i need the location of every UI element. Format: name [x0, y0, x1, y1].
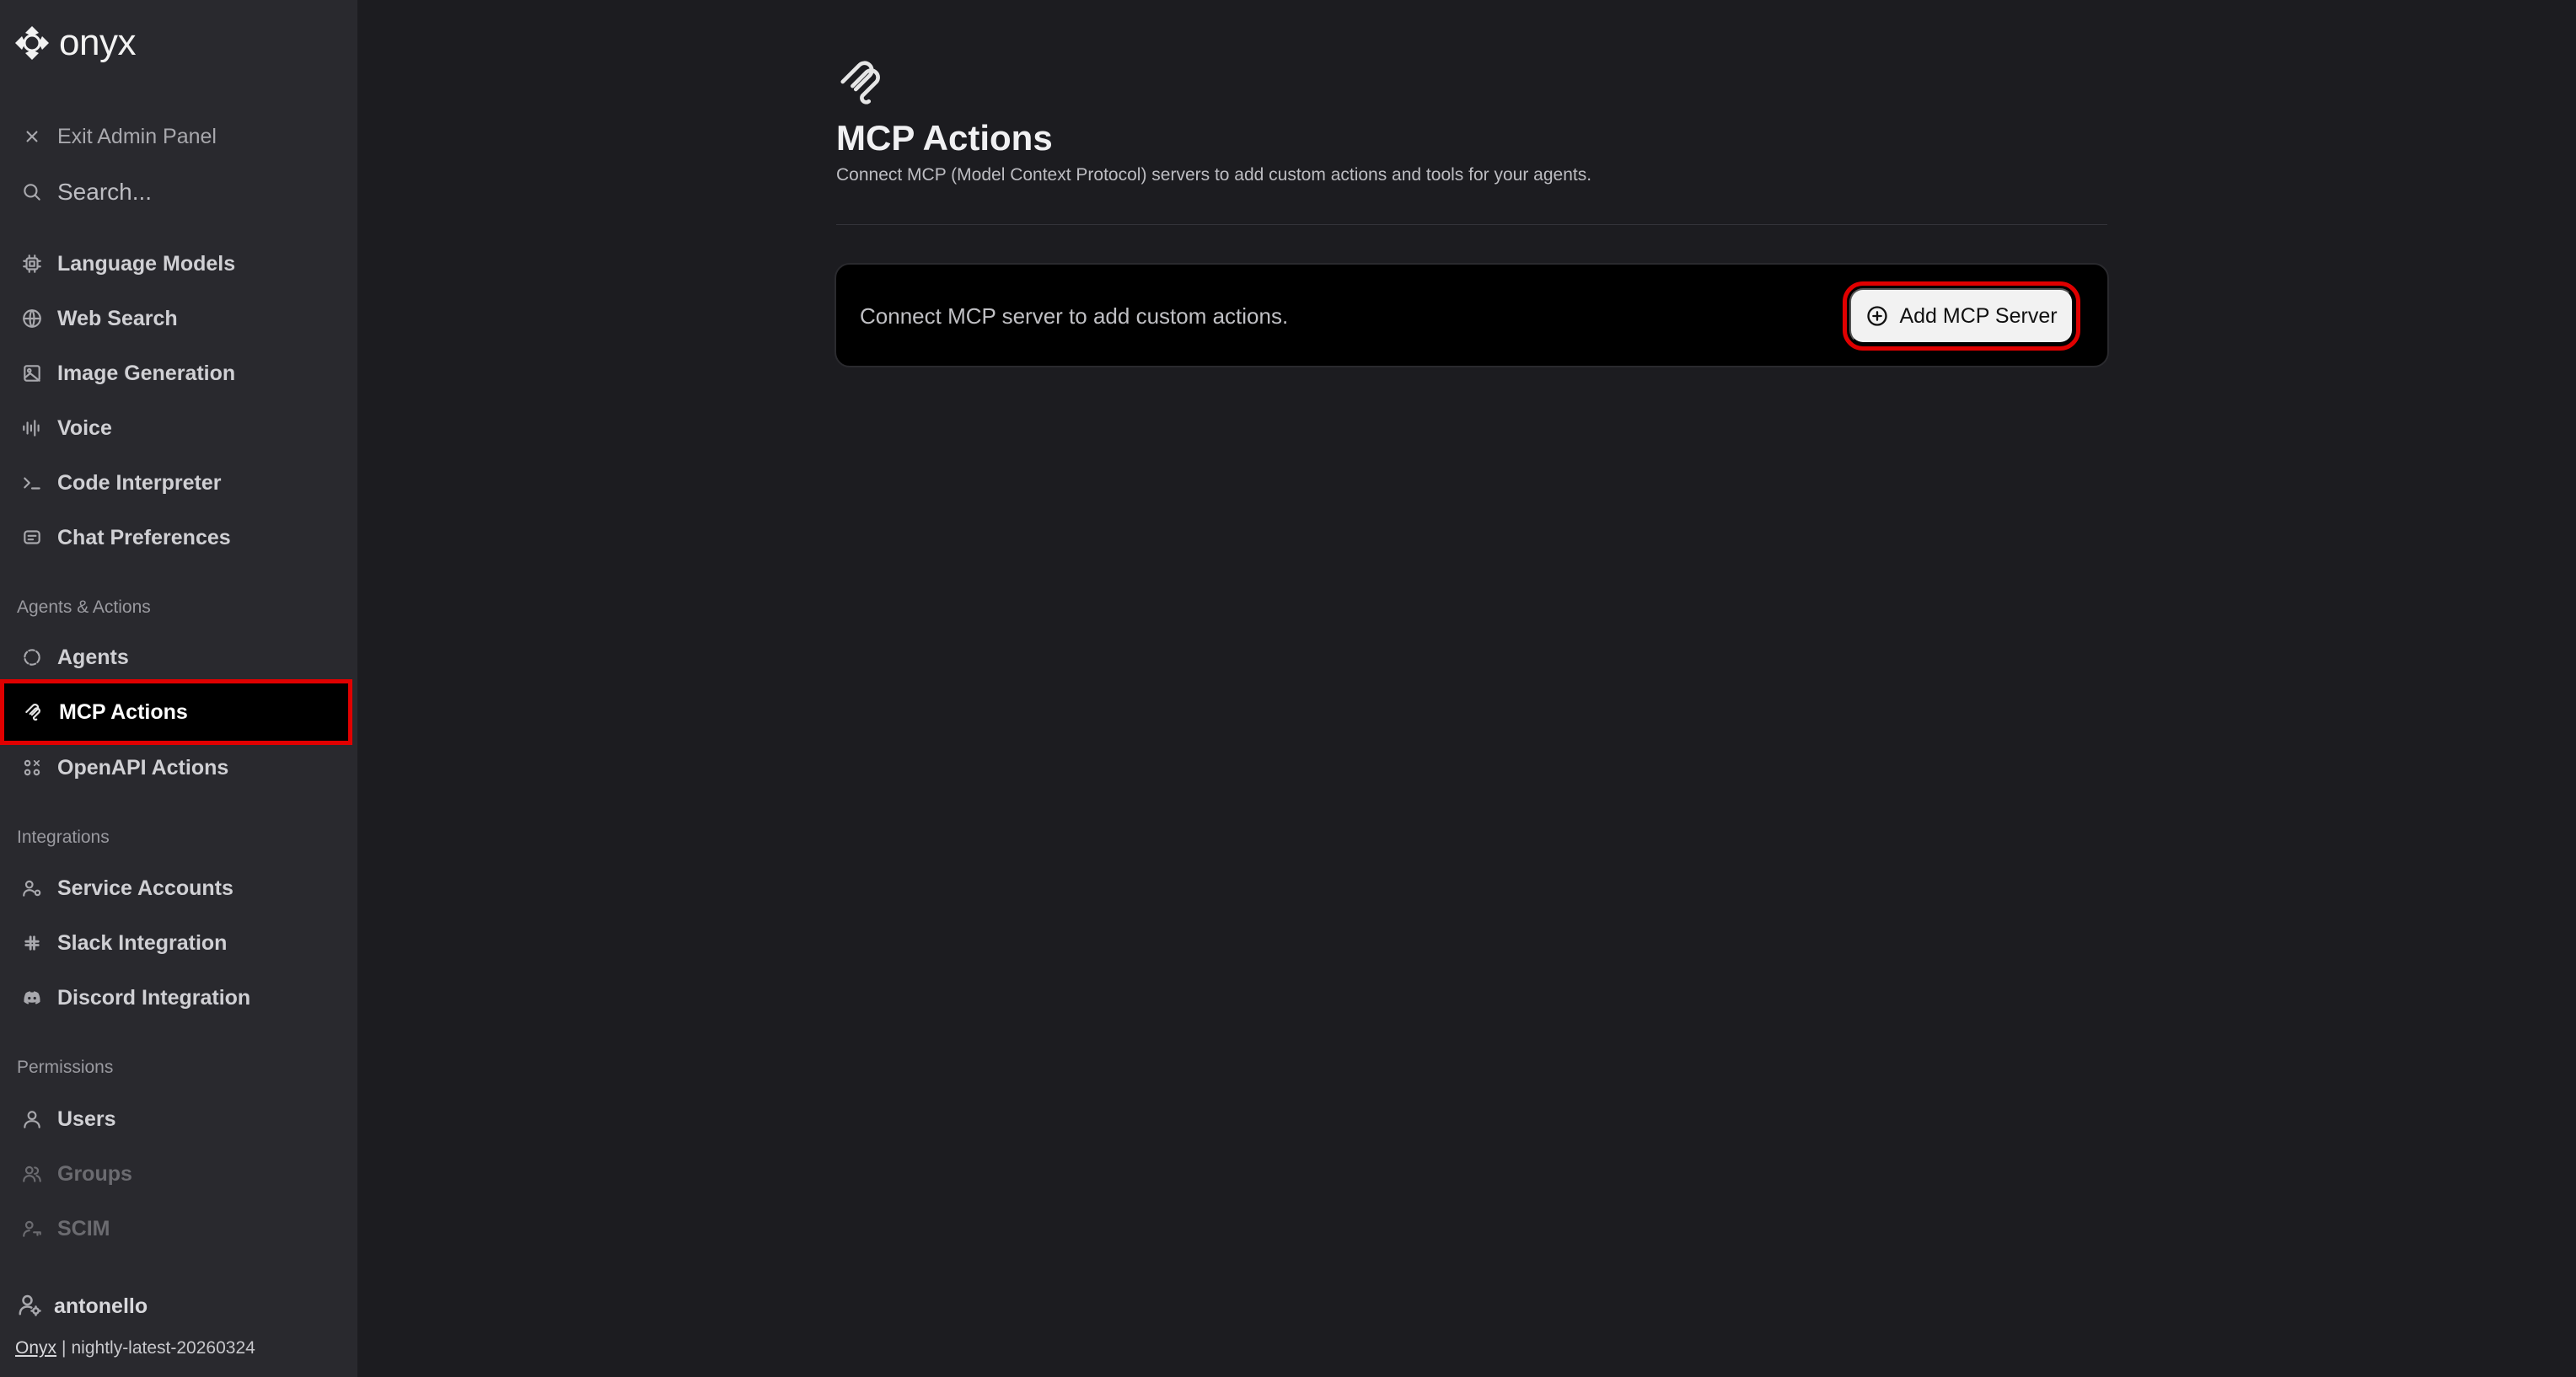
sidebar-item-label: Users	[57, 1106, 116, 1131]
audio-wave-icon	[20, 416, 44, 440]
app-root: onyx Exit Admin Panel Search... Language…	[0, 0, 2576, 1377]
add-mcp-server-button[interactable]: Add MCP Server	[1843, 281, 2080, 351]
exit-admin-panel-button[interactable]: Exit Admin Panel	[0, 113, 357, 160]
section-label-integrations: Integrations	[17, 828, 110, 847]
agent-circle-icon	[20, 646, 44, 669]
sidebar-item-label: Agents	[57, 645, 129, 669]
sidebar-item-slack-integration[interactable]: Slack Integration	[0, 919, 357, 967]
sidebar-item-discord-integration[interactable]: Discord Integration	[0, 974, 357, 1021]
sidebar-item-label: Language Models	[57, 251, 236, 276]
mcp-icon	[840, 61, 880, 104]
version-separator: |	[62, 1338, 67, 1358]
slack-icon	[20, 931, 44, 955]
user-icon	[20, 1107, 44, 1131]
cpu-icon	[20, 252, 44, 276]
user-key-icon	[20, 1217, 44, 1240]
sidebar-item-label: Code Interpreter	[57, 470, 222, 495]
sidebar-item-groups[interactable]: Groups	[0, 1150, 357, 1198]
close-icon	[20, 125, 44, 148]
sidebar-item-label: Slack Integration	[57, 930, 228, 955]
onyx-logo-icon	[15, 26, 49, 60]
sidebar-item-web-search[interactable]: Web Search	[0, 295, 357, 342]
sidebar-item-service-accounts[interactable]: Service Accounts	[0, 865, 357, 912]
discord-icon	[20, 986, 44, 1010]
sidebar-item-label: Image Generation	[57, 361, 236, 385]
sidebar-item-label: Discord Integration	[57, 985, 251, 1010]
sidebar-item-image-generation[interactable]: Image Generation	[0, 350, 357, 397]
page-title: MCP Actions	[836, 118, 1053, 158]
user-settings-icon	[17, 1292, 42, 1321]
brand-name: onyx	[59, 22, 136, 63]
image-icon	[20, 362, 44, 385]
user-name: antonello	[54, 1294, 148, 1318]
header-divider	[836, 224, 2107, 225]
sidebar-item-language-models[interactable]: Language Models	[0, 240, 357, 287]
sidebar-item-voice[interactable]: Voice	[0, 405, 357, 452]
section-label-agents-actions: Agents & Actions	[17, 597, 151, 617]
openapi-icon	[20, 756, 44, 780]
sidebar-item-openapi-actions[interactable]: OpenAPI Actions	[0, 744, 357, 791]
onyx-link[interactable]: Onyx	[15, 1338, 56, 1358]
terminal-icon	[20, 471, 44, 495]
globe-icon	[20, 307, 44, 330]
brand-logo[interactable]: onyx	[13, 22, 136, 64]
sidebar-item-label: Web Search	[57, 306, 178, 330]
sidebar: onyx Exit Admin Panel Search... Language…	[0, 0, 357, 1377]
main-content: MCP Actions Connect MCP (Model Context P…	[357, 0, 2576, 1377]
empty-state-text: Connect MCP server to add custom actions…	[860, 303, 1289, 329]
sidebar-item-mcp-actions[interactable]: MCP Actions	[0, 679, 352, 745]
section-label-permissions: Permissions	[17, 1058, 114, 1077]
mcp-empty-state-card: Connect MCP server to add custom actions…	[835, 263, 2109, 367]
sidebar-item-users[interactable]: Users	[0, 1096, 357, 1143]
exit-admin-panel-label: Exit Admin Panel	[57, 124, 217, 148]
sidebar-item-label: MCP Actions	[59, 699, 188, 724]
sidebar-item-label: Groups	[57, 1161, 132, 1186]
plus-circle-icon	[1867, 306, 1888, 326]
chat-icon	[20, 526, 44, 549]
sidebar-item-label: Chat Preferences	[57, 525, 231, 549]
sidebar-item-label: Voice	[57, 415, 112, 440]
sidebar-item-agents[interactable]: Agents	[0, 634, 357, 681]
sidebar-item-label: Service Accounts	[57, 876, 233, 900]
version-string: nightly-latest-20260324	[71, 1338, 255, 1358]
mcp-icon	[22, 700, 46, 724]
sidebar-item-label: OpenAPI Actions	[57, 755, 229, 780]
sidebar-item-scim[interactable]: SCIM	[0, 1205, 357, 1252]
search-icon	[20, 180, 44, 204]
search-placeholder: Search...	[57, 179, 153, 205]
sidebar-item-chat-preferences[interactable]: Chat Preferences	[0, 514, 357, 561]
current-user[interactable]: antonello	[0, 1283, 357, 1330]
sidebar-item-code-interpreter[interactable]: Code Interpreter	[0, 459, 357, 506]
user-gear-icon	[20, 876, 44, 900]
users-icon	[20, 1162, 44, 1186]
add-mcp-server-label: Add MCP Server	[1899, 303, 2058, 328]
sidebar-item-label: SCIM	[57, 1216, 110, 1240]
version-info: Onyx | nightly-latest-20260324	[15, 1338, 255, 1358]
sidebar-search[interactable]: Search...	[0, 169, 357, 216]
page-description: Connect MCP (Model Context Protocol) ser…	[836, 165, 1592, 185]
